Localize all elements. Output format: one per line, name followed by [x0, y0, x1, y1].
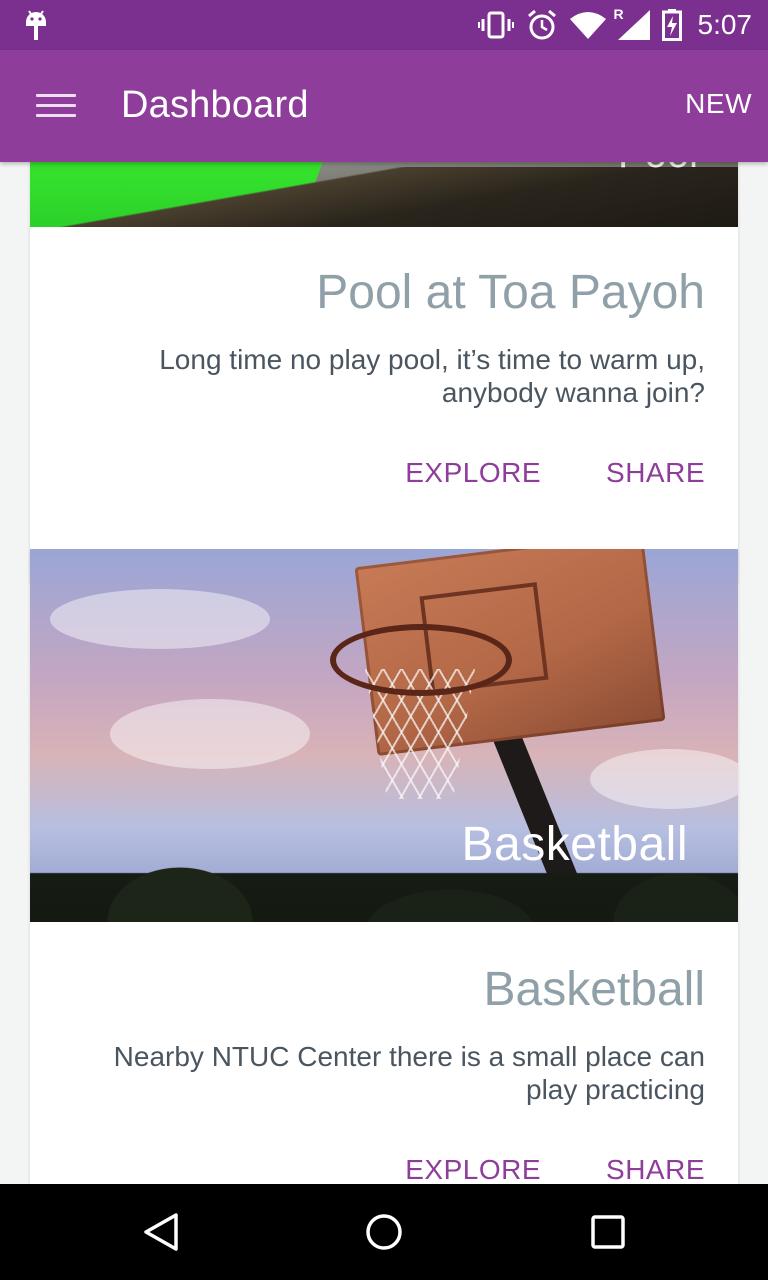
- system-nav-bar: [0, 1184, 768, 1280]
- card-title: Pool at Toa Payoh: [316, 266, 705, 319]
- new-button[interactable]: NEW: [685, 88, 752, 120]
- event-card-pool: Pool Pool at Toa Payoh Long time no play…: [30, 162, 738, 582]
- status-bar: R 5:07: [0, 0, 768, 50]
- card-description: Nearby NTUC Center there is a small plac…: [113, 1041, 705, 1105]
- card-title: Basketball: [483, 963, 705, 1016]
- explore-button[interactable]: EXPLORE: [405, 1154, 541, 1184]
- app-bar: Dashboard NEW: [0, 50, 768, 162]
- vibrate-icon: [477, 11, 514, 39]
- card-image-basketball: Basketball: [30, 549, 738, 922]
- status-time: 5:07: [697, 9, 753, 40]
- home-circle-icon[interactable]: [365, 1212, 403, 1252]
- alarm-icon: [527, 9, 556, 40]
- wifi-icon: [569, 12, 606, 39]
- explore-button[interactable]: EXPLORE: [405, 457, 541, 489]
- page-title: Dashboard: [121, 84, 309, 126]
- share-button[interactable]: SHARE: [606, 1154, 705, 1184]
- recents-square-icon[interactable]: [590, 1212, 626, 1252]
- card-image-overlay-title: Pool: [618, 162, 698, 177]
- network-roaming-label: R: [613, 6, 624, 22]
- hamburger-menu-icon[interactable]: [36, 94, 76, 118]
- card-description: Long time no play pool, it’s time to war…: [159, 344, 705, 408]
- android-debug-icon: [26, 10, 46, 40]
- event-card-basketball: Basketball Basketball Nearby NTUC Center…: [30, 549, 738, 1184]
- battery-charging-icon: [661, 9, 682, 41]
- back-triangle-icon[interactable]: [142, 1212, 180, 1252]
- dashboard-feed[interactable]: Pool Pool at Toa Payoh Long time no play…: [0, 162, 768, 1184]
- share-button[interactable]: SHARE: [606, 457, 705, 489]
- card-image-overlay-title: Basketball: [461, 818, 688, 871]
- card-image-pool: Pool: [30, 162, 738, 227]
- cellular-signal-icon: R: [614, 6, 650, 40]
